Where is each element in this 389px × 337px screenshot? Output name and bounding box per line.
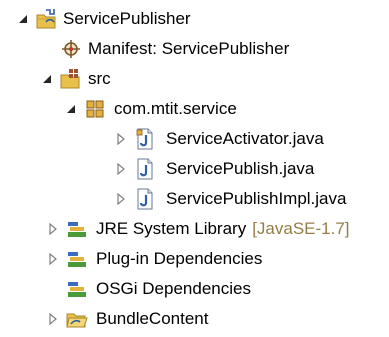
collapsed-arrow-icon[interactable] xyxy=(115,193,127,205)
tree-item-bundle-content[interactable]: BundleContent xyxy=(0,304,389,334)
tree-item-java-file[interactable]: ServicePublish.java xyxy=(0,154,389,184)
collapsed-arrow-icon[interactable] xyxy=(47,223,59,235)
package-icon xyxy=(84,98,106,120)
bundle-content-label: BundleContent xyxy=(96,309,209,328)
collapsed-arrow-icon[interactable] xyxy=(115,133,127,145)
java-file-icon xyxy=(134,188,156,210)
java-file-label: ServicePublish.java xyxy=(166,159,315,178)
tree-item-src[interactable]: src xyxy=(0,64,389,94)
tree-item-jre-library[interactable]: JRE System Library [JavaSE-1.7] xyxy=(0,214,389,244)
plugin-dependencies-label: Plug-in Dependencies xyxy=(96,249,263,268)
java-file-label: ServicePublishImpl.java xyxy=(166,189,347,208)
package-label: com.mtit.service xyxy=(114,99,237,118)
expanded-arrow-icon[interactable] xyxy=(41,73,53,85)
java-file-icon xyxy=(134,158,156,180)
expanded-arrow-icon[interactable] xyxy=(17,13,29,25)
collapsed-arrow-icon[interactable] xyxy=(115,163,127,175)
package-explorer-tree: ServicePublisher Manifest: ServicePublis… xyxy=(0,0,389,337)
tree-item-plugin-dependencies[interactable]: Plug-in Dependencies xyxy=(0,244,389,274)
osgi-dependencies-label: OSGi Dependencies xyxy=(96,279,251,298)
java-file-icon xyxy=(134,128,156,150)
tree-item-java-file[interactable]: ServicePublishImpl.java xyxy=(0,184,389,214)
manifest-label: Manifest: ServicePublisher xyxy=(88,39,290,58)
collapsed-arrow-icon[interactable] xyxy=(47,313,59,325)
tree-item-package[interactable]: com.mtit.service xyxy=(0,94,389,124)
java-file-label: ServiceActivator.java xyxy=(166,129,324,148)
tree-item-manifest[interactable]: Manifest: ServicePublisher xyxy=(0,34,389,64)
plugin-project-icon xyxy=(36,8,58,30)
library-icon xyxy=(66,218,88,240)
collapsed-arrow-icon[interactable] xyxy=(47,253,59,265)
source-folder-icon xyxy=(60,68,82,90)
jre-library-label: JRE System Library xyxy=(96,219,247,238)
tree-item-osgi-dependencies[interactable]: OSGi Dependencies xyxy=(0,274,389,304)
src-label: src xyxy=(88,69,111,88)
tree-item-java-file[interactable]: ServiceActivator.java xyxy=(0,124,389,154)
jre-version-decoration: [JavaSE-1.7] xyxy=(252,219,350,238)
expanded-arrow-icon[interactable] xyxy=(65,103,77,115)
library-icon xyxy=(66,248,88,270)
project-label: ServicePublisher xyxy=(63,9,191,28)
library-icon xyxy=(66,278,88,300)
tree-item-project[interactable]: ServicePublisher xyxy=(0,4,389,34)
linked-folder-icon xyxy=(66,308,88,330)
manifest-icon xyxy=(60,38,82,60)
